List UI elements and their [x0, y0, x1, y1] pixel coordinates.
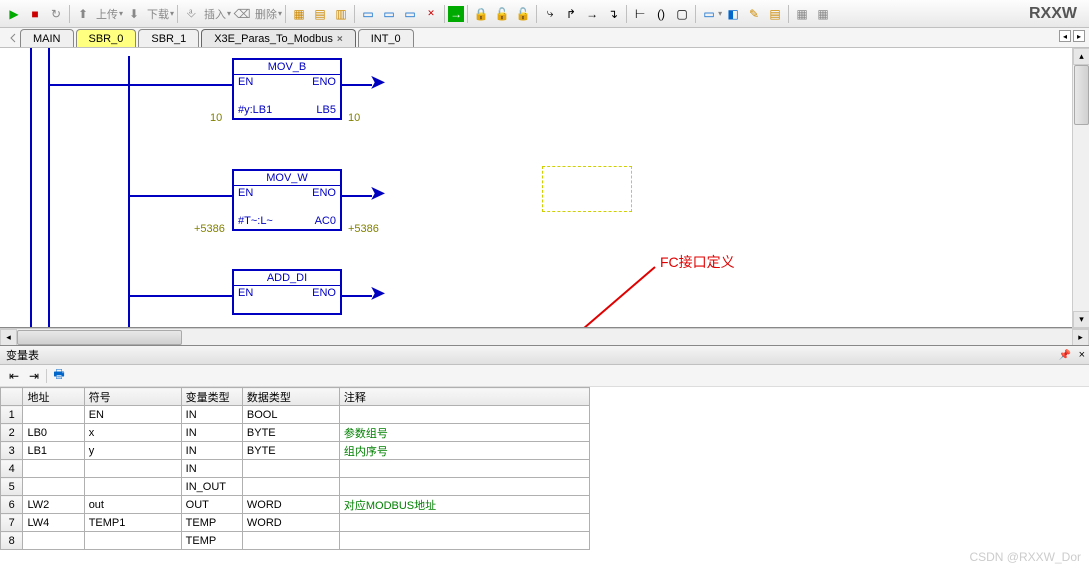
delete-label[interactable]: 删除: [253, 6, 279, 22]
col-rownum: [1, 388, 23, 406]
col-datatype[interactable]: 数据类型: [242, 388, 339, 406]
note-icon[interactable]: ✎: [744, 4, 764, 24]
go-icon[interactable]: →: [448, 6, 464, 22]
grid-icon[interactable]: ▦: [289, 4, 309, 24]
output-arrow-icon: ➤: [370, 183, 385, 204]
variable-table[interactable]: 地址 符号 变量类型 数据类型 注释 1 EN IN BOOL 2 LB0 x …: [0, 387, 590, 550]
table-row[interactable]: 8 TEMP: [1, 532, 590, 550]
scroll-thumb[interactable]: [1074, 65, 1089, 125]
run-icon[interactable]: ▶: [4, 4, 24, 24]
close-icon[interactable]: ×: [337, 34, 343, 45]
table-row[interactable]: 4 IN: [1, 460, 590, 478]
folder-icon[interactable]: ▭: [379, 4, 399, 24]
tab-main[interactable]: MAIN: [20, 29, 74, 47]
variable-panel-header: 变量表 📌 ×: [0, 345, 1089, 365]
table-row[interactable]: 7 LW4 TEMP1 TEMP WORD: [1, 514, 590, 532]
block-mov-b[interactable]: MOV_B ENENO #y:LB1LB5: [232, 58, 342, 120]
lock-icon[interactable]: 🔒: [471, 4, 491, 24]
annotation-arrow: [430, 262, 660, 328]
refresh-icon[interactable]: ↻: [46, 4, 66, 24]
app-title: RXXW: [1029, 5, 1085, 23]
ladder-editor[interactable]: MOV_B ENENO #y:LB1LB5 10 10 ➤ MOV_W ENEN…: [0, 48, 1089, 328]
upload-arrow-icon[interactable]: ⬆: [73, 4, 93, 24]
dropdown-icon[interactable]: ▾: [278, 9, 282, 18]
insert-label[interactable]: 插入: [202, 6, 228, 22]
scroll-right-icon[interactable]: ▸: [1072, 329, 1089, 346]
insert-icon[interactable]: ⎀: [181, 4, 201, 24]
scroll-left-icon[interactable]: ◂: [0, 329, 17, 346]
col-address[interactable]: 地址: [23, 388, 84, 406]
window-icon[interactable]: ▭: [358, 4, 378, 24]
output-arrow-icon: ➤: [370, 283, 385, 304]
copy-icon[interactable]: ▦: [813, 4, 833, 24]
contact-icon[interactable]: ⊢: [630, 4, 650, 24]
scroll-thumb[interactable]: [17, 330, 182, 345]
close-win-icon[interactable]: ✕: [421, 4, 441, 24]
block-mov-w[interactable]: MOV_W ENENO #T~:L~AC0: [232, 169, 342, 231]
up-icon[interactable]: ↱: [561, 4, 581, 24]
paste-icon[interactable]: ▦: [792, 4, 812, 24]
pin-icon[interactable]: 📌: [1059, 350, 1071, 361]
download-arrow-icon[interactable]: ⬇: [124, 4, 144, 24]
tag-icon[interactable]: ◧: [723, 4, 743, 24]
right-icon[interactable]: →: [582, 4, 602, 24]
col-symbol[interactable]: 符号: [84, 388, 181, 406]
download-label[interactable]: 下载: [145, 6, 171, 22]
stop-icon[interactable]: ■: [25, 4, 45, 24]
branch-icon[interactable]: ⤷: [540, 4, 560, 24]
left-rail-2: [48, 48, 50, 328]
left-rail: [30, 48, 32, 328]
output-arrow-icon: ➤: [370, 72, 385, 93]
book-icon[interactable]: ▤: [765, 4, 785, 24]
box-icon[interactable]: ▢: [672, 4, 692, 24]
table-row[interactable]: 3 LB1 y IN BYTE 组内序号: [1, 442, 590, 460]
unlock-icon[interactable]: 🔓: [492, 4, 512, 24]
scroll-up-icon[interactable]: ▴: [1073, 48, 1089, 65]
editor-hscroll[interactable]: ◂ ▸: [0, 328, 1089, 345]
panel-title: 变量表: [6, 347, 39, 363]
dropdown-icon[interactable]: ▾: [227, 9, 231, 18]
table-row[interactable]: 2 LB0 x IN BYTE 参数组号: [1, 424, 590, 442]
coil-icon[interactable]: (): [651, 4, 671, 24]
delete-icon[interactable]: ⌫: [232, 4, 252, 24]
indent-left-icon[interactable]: ⇤: [6, 368, 22, 384]
dropdown-icon[interactable]: ▾: [170, 9, 174, 18]
scroll-down-icon[interactable]: ▾: [1073, 311, 1089, 328]
table-row[interactable]: 5 IN_OUT: [1, 478, 590, 496]
table-row[interactable]: 1 EN IN BOOL: [1, 406, 590, 424]
tab-prev-icon[interactable]: [8, 32, 18, 44]
table-row[interactable]: 6 LW2 out OUT WORD 对应MODBUS地址: [1, 496, 590, 514]
down-icon[interactable]: ↴: [603, 4, 623, 24]
chart-icon[interactable]: ▤: [310, 4, 330, 24]
tab-nav-next[interactable]: ▸: [1073, 30, 1085, 42]
tab-sbr0[interactable]: SBR_0: [76, 29, 137, 47]
indent-right-icon[interactable]: ⇥: [26, 368, 42, 384]
upload-label[interactable]: 上传: [94, 6, 120, 22]
main-toolbar: ▶ ■ ↻ ⬆ 上传 ▾ ⬇ 下载 ▾ ⎀ 插入 ▾ ⌫ 删除 ▾ ▦ ▤ ▥ …: [0, 0, 1089, 28]
close-icon[interactable]: ×: [1079, 349, 1085, 361]
editor-vscroll[interactable]: ▴ ▾: [1072, 48, 1089, 328]
block-add-di[interactable]: ADD_DI ENENO: [232, 269, 342, 315]
struct-icon[interactable]: ▥: [331, 4, 351, 24]
lock2-icon[interactable]: 🔓: [513, 4, 533, 24]
selection-box: [542, 166, 632, 212]
editor-tabbar: MAIN SBR_0 SBR_1 X3E_Paras_To_Modbus× IN…: [0, 28, 1089, 48]
dropdown-icon[interactable]: ▾: [119, 9, 123, 18]
print-icon[interactable]: 🖶: [51, 368, 67, 384]
tab-nav-prev[interactable]: ◂: [1059, 30, 1071, 42]
tab-int0[interactable]: INT_0: [358, 29, 414, 47]
folder2-icon[interactable]: ▭: [400, 4, 420, 24]
annotation-text: FC接口定义: [660, 252, 735, 272]
comment-icon[interactable]: ▭: [699, 4, 719, 24]
col-annotation[interactable]: 注释: [339, 388, 589, 406]
tab-sbr1[interactable]: SBR_1: [138, 29, 199, 47]
tab-x3e-paras[interactable]: X3E_Paras_To_Modbus×: [201, 29, 355, 47]
variable-panel-toolbar: ⇤ ⇥ 🖶: [0, 365, 1089, 387]
watermark: CSDN @RXXW_Dor: [969, 550, 1081, 564]
col-vartype[interactable]: 变量类型: [181, 388, 242, 406]
